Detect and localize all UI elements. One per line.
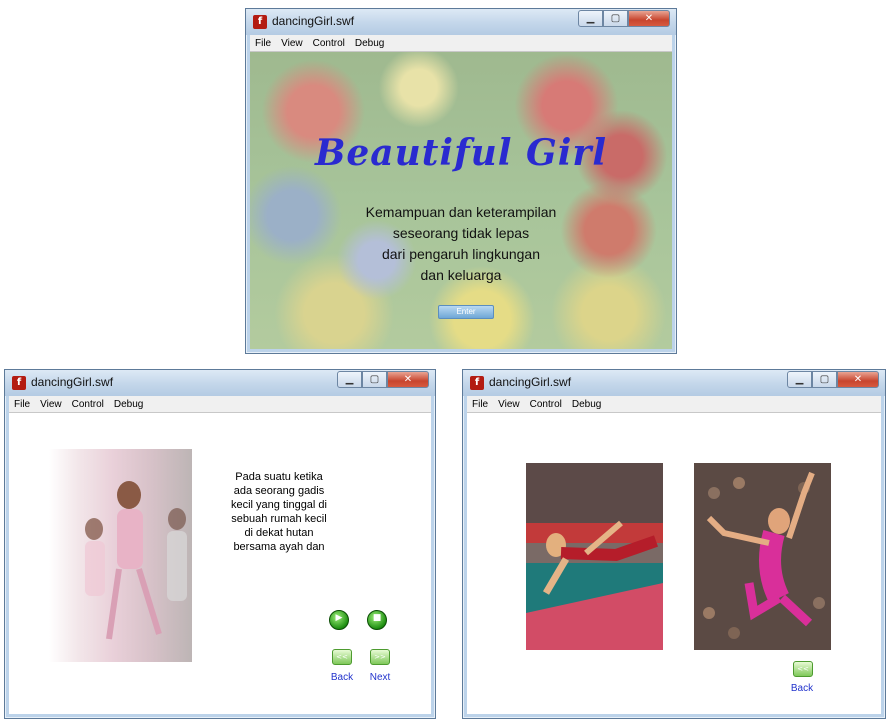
close-button[interactable]: ✕ (628, 10, 670, 27)
back-label[interactable]: Back (787, 683, 817, 694)
menu-bar: File View Control Debug (250, 35, 672, 52)
menu-debug[interactable]: Debug (350, 38, 389, 49)
menu-file[interactable]: File (467, 399, 493, 410)
dancer-figures (85, 481, 187, 640)
gallery-panel: << Back (467, 413, 881, 714)
dancing-girls-photo (49, 449, 192, 662)
close-button[interactable]: ✕ (387, 371, 429, 388)
swf-window-story: f dancingGirl.swf ▁ ▢ ✕ File View Contro… (4, 369, 436, 719)
gymnast-photo-left (526, 463, 663, 650)
enter-button[interactable]: Enter (438, 305, 494, 319)
menu-view[interactable]: View (35, 399, 67, 410)
intro-text: Kemampuan dan keterampilan seseorang tid… (365, 204, 557, 283)
page-title: Beautiful Girl (314, 132, 608, 174)
next-label[interactable]: Next (365, 672, 395, 683)
flash-app-icon: f (470, 376, 484, 390)
minimize-button[interactable]: ▁ (578, 10, 603, 27)
menu-control[interactable]: Control (67, 399, 109, 410)
play-button[interactable]: ▶ (329, 610, 349, 630)
story-panel: Pada suatu ketika ada seorang gadis keci… (9, 413, 431, 714)
story-text: Pada suatu ketika ada seorang gadis keci… (230, 471, 327, 553)
close-button[interactable]: ✕ (837, 371, 879, 388)
flower-garden-background: Beautiful Girl Kemampuan dan keterampila… (250, 52, 672, 349)
flash-app-icon: f (253, 15, 267, 29)
menu-control[interactable]: Control (308, 38, 350, 49)
window-title: dancingGirl.swf (489, 375, 572, 389)
gymnast-right-image (694, 463, 831, 650)
maximize-button[interactable]: ▢ (812, 371, 837, 388)
minimize-button[interactable]: ▁ (337, 371, 362, 388)
back-button[interactable]: << (793, 661, 813, 677)
next-button[interactable]: >> (370, 649, 390, 665)
menu-debug[interactable]: Debug (567, 399, 606, 410)
menu-view[interactable]: View (493, 399, 525, 410)
title-bar[interactable]: f dancingGirl.swf ▁ ▢ ✕ (246, 9, 676, 35)
window-controls: ▁ ▢ ✕ (337, 371, 429, 388)
swf-window-intro: f dancingGirl.swf ▁ ▢ ✕ File View Contro… (245, 8, 677, 354)
swf-window-gallery: f dancingGirl.swf ▁ ▢ ✕ File View Contro… (462, 369, 886, 719)
flash-app-icon: f (12, 376, 26, 390)
window-title: dancingGirl.swf (31, 375, 114, 389)
minimize-button[interactable]: ▁ (787, 371, 812, 388)
gymnast-photo-right (694, 463, 831, 650)
menu-debug[interactable]: Debug (109, 399, 148, 410)
title-bar[interactable]: f dancingGirl.swf ▁ ▢ ✕ (5, 370, 435, 396)
menu-bar: File View Control Debug (9, 396, 431, 413)
menu-control[interactable]: Control (525, 399, 567, 410)
stop-button[interactable]: ■ (367, 610, 387, 630)
gymnast-left-image (526, 463, 663, 650)
maximize-button[interactable]: ▢ (603, 10, 628, 27)
maximize-button[interactable]: ▢ (362, 371, 387, 388)
back-label[interactable]: Back (327, 672, 357, 683)
menu-view[interactable]: View (276, 38, 308, 49)
title-bar[interactable]: f dancingGirl.swf ▁ ▢ ✕ (463, 370, 885, 396)
stop-icon: ■ (372, 613, 382, 623)
play-icon: ▶ (335, 613, 343, 623)
window-controls: ▁ ▢ ✕ (787, 371, 879, 388)
window-title: dancingGirl.swf (272, 14, 355, 28)
back-button[interactable]: << (332, 649, 352, 665)
menu-file[interactable]: File (9, 399, 35, 410)
menu-bar: File View Control Debug (467, 396, 881, 413)
window-controls: ▁ ▢ ✕ (578, 10, 670, 27)
menu-file[interactable]: File (250, 38, 276, 49)
